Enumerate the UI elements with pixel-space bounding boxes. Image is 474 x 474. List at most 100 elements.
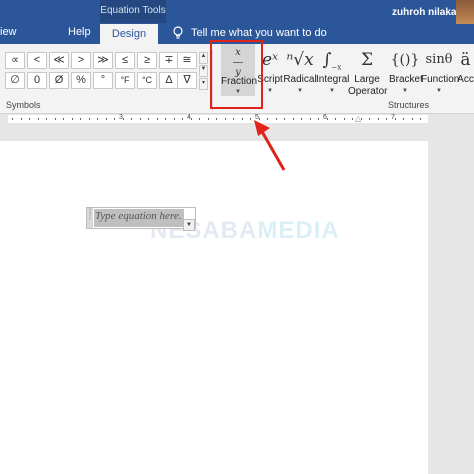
symbol-button[interactable]: °C (137, 72, 157, 89)
ruler-tick (395, 118, 396, 120)
group-label-structures: Structures (388, 100, 430, 110)
accent-label: Acc (457, 74, 474, 85)
symbol-button[interactable]: ≪ (49, 52, 69, 69)
ruler-tick (361, 118, 362, 120)
ruler-tick (378, 118, 379, 120)
ruler-tick (97, 118, 98, 120)
summation-icon: Σ (360, 50, 374, 70)
ruler-tick (55, 118, 56, 120)
ruler-tick (293, 118, 294, 120)
symbol-button[interactable]: ≥ (137, 52, 157, 69)
radical-label: Radical (283, 74, 317, 85)
chevron-down-icon: ▼ (297, 88, 303, 94)
symbol-button[interactable]: °F (115, 72, 135, 89)
ruler-tick (12, 118, 13, 120)
symbol-button[interactable]: ∝ (5, 52, 25, 69)
ruler-tick (318, 118, 319, 120)
ruler-tick (72, 118, 73, 120)
ruler-tick (157, 118, 158, 120)
ruler-tick (114, 118, 115, 120)
radical-button[interactable]: ⁿ√x Radical ▼ (283, 46, 317, 98)
ruler-tick (403, 118, 404, 120)
ruler-tick (29, 118, 30, 120)
accent-button[interactable]: ä Acc (457, 46, 474, 98)
ruler-tick (344, 118, 345, 120)
chevron-down-icon: ▼ (402, 88, 408, 94)
bracket-icon: {()} (390, 52, 420, 68)
context-group-label: Equation Tools (100, 5, 166, 16)
symbol-button[interactable]: ≤ (115, 52, 135, 69)
lightbulb-icon (173, 26, 183, 39)
symbol-button[interactable]: ° (93, 72, 113, 89)
ruler-tick (21, 118, 22, 120)
tell-me-search[interactable]: Tell me what you want to do (191, 27, 327, 39)
ruler-tick (106, 118, 107, 120)
ruler-tick (352, 118, 353, 120)
equation-drag-handle[interactable]: ⋮ ⋮ (87, 208, 93, 228)
large-operator-button[interactable]: Σ Large Operator (348, 46, 388, 98)
symbol-button[interactable]: ∇ (177, 72, 197, 89)
equation-container[interactable]: ⋮ ⋮ Type equation here. (86, 207, 196, 229)
document-page[interactable] (0, 141, 428, 474)
symbol-button[interactable]: ∆ (159, 72, 179, 89)
annotation-arrow (254, 120, 286, 171)
title-bar: Equation Tools iew Help Design Tell me w… (0, 0, 474, 44)
tab-view[interactable]: iew (0, 26, 17, 38)
ruler-tick (242, 118, 243, 120)
ruler-tick (182, 118, 183, 120)
equation-options-dropdown[interactable]: ▼ (183, 219, 195, 231)
ruler-tick (199, 118, 200, 120)
bracket-button[interactable]: {()} Bracket ▼ (389, 46, 423, 98)
integral-icon: ∫−x (322, 50, 342, 72)
ruler-tick (191, 118, 192, 120)
gallery-scroll-up[interactable]: ▲ (199, 52, 208, 64)
symbol-button[interactable]: % (71, 72, 91, 89)
integral-label: Integral (316, 74, 350, 85)
symbol-button[interactable]: Ø (49, 72, 69, 89)
ruler-tick (301, 118, 302, 120)
ruler-tick (225, 118, 226, 120)
symbol-button[interactable]: ≅ (177, 52, 197, 69)
ruler-tick (335, 118, 336, 120)
ruler-tick (46, 118, 47, 120)
ruler-tick (420, 118, 421, 120)
ruler-tick (310, 118, 311, 120)
ruler-tick (412, 118, 413, 120)
ruler-tick (63, 118, 64, 120)
tab-help[interactable]: Help (68, 26, 91, 38)
function-icon: sinθ (425, 52, 453, 67)
ruler-tick (38, 118, 39, 120)
ruler-tick (80, 118, 81, 120)
symbol-button[interactable]: > (71, 52, 91, 69)
ruler-tick (327, 118, 328, 120)
ruler-tick (208, 118, 209, 120)
ruler-tick (140, 118, 141, 120)
radical-icon: ⁿ√x (286, 50, 314, 70)
ruler-tick (369, 118, 370, 120)
function-button[interactable]: sinθ Function ▼ (421, 46, 460, 98)
gallery-scroll-down[interactable]: ▼ (199, 65, 208, 77)
accent-icon: ä (460, 50, 471, 70)
symbol-button[interactable]: 0 (27, 72, 47, 89)
context-tab-group: Equation Tools (100, 0, 166, 23)
function-label: Function (421, 74, 460, 85)
ruler-tick (386, 118, 387, 120)
ruler-tick (174, 118, 175, 120)
symbol-button[interactable]: ∓ (159, 52, 179, 69)
horizontal-ruler[interactable]: 3 4 5 6 7 △ (0, 114, 474, 124)
tab-design[interactable]: Design (100, 24, 158, 44)
ruler-tick (216, 118, 217, 120)
gallery-more[interactable]: ▾ (199, 78, 208, 90)
large-operator-label: Large Operator (348, 74, 388, 97)
annotation-highlight-box (210, 40, 263, 109)
ruler-tick (165, 118, 166, 120)
integral-button[interactable]: ∫−x Integral ▼ (316, 46, 350, 98)
symbol-button[interactable]: ∅ (5, 72, 25, 89)
watermark-part-2: MEDIA (257, 217, 340, 244)
equation-placeholder[interactable]: Type equation here. (95, 210, 181, 222)
symbol-button[interactable]: < (27, 52, 47, 69)
avatar[interactable] (456, 0, 474, 24)
bracket-label: Bracket (389, 74, 423, 85)
symbol-button[interactable]: ≫ (93, 52, 113, 69)
ruler-tick (148, 118, 149, 120)
